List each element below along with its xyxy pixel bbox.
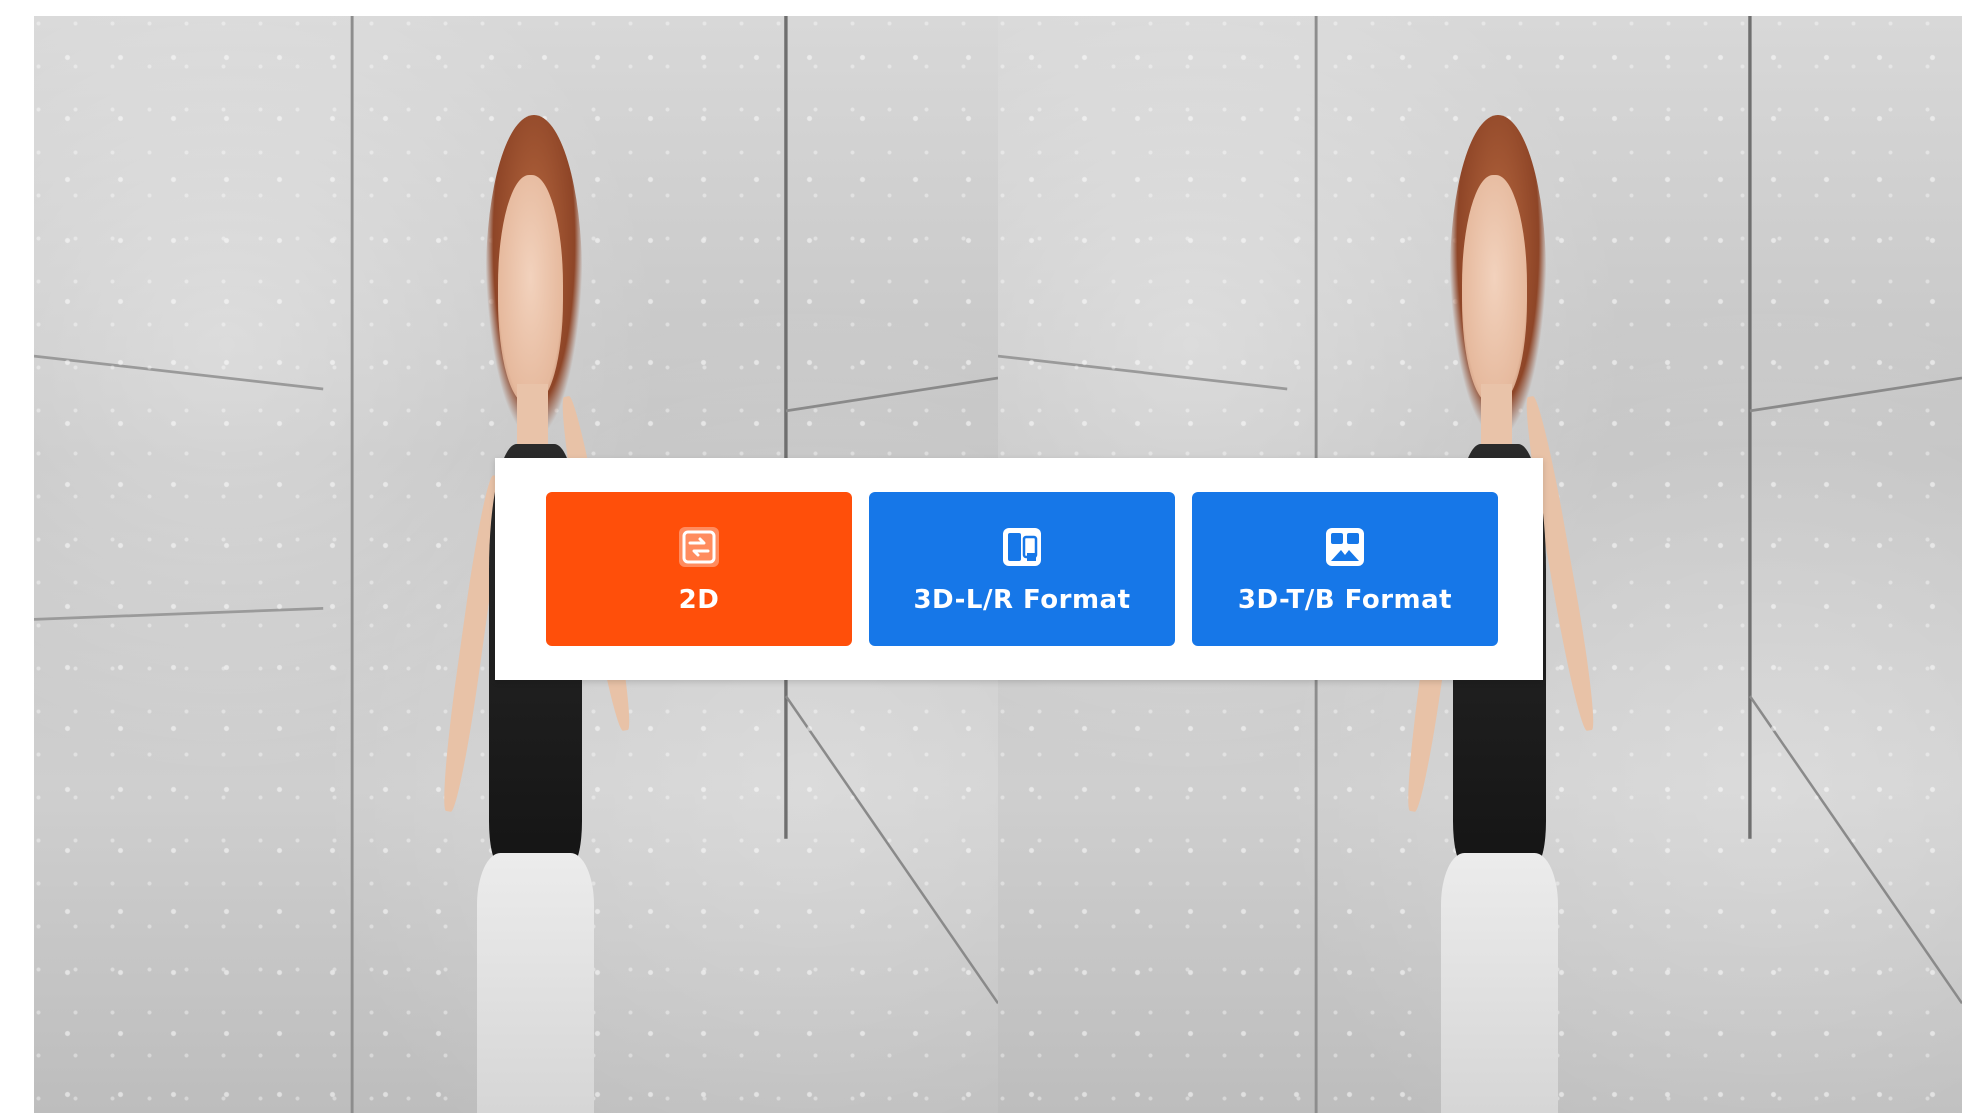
3d-tb-format-button[interactable]: 3D-T/B Format [1192, 492, 1498, 646]
2d-mode-icon [679, 527, 719, 567]
2d-mode-label: 2D [678, 585, 720, 615]
3d-lr-format-button[interactable]: 3D-L/R Format [869, 492, 1175, 646]
2d-mode-button[interactable]: 2D [546, 492, 852, 646]
top-bottom-icon [1326, 528, 1364, 566]
format-selector-dialog: 2D 3D-L/R Format 3D-T/B Format [495, 458, 1543, 680]
3d-tb-format-label: 3D-T/B Format [1237, 585, 1453, 615]
video-player-page: 2D 3D-L/R Format 3D-T/B Format [0, 0, 1962, 1113]
3d-lr-format-label: 3D-L/R Format [913, 585, 1131, 615]
side-by-side-icon [1003, 528, 1041, 566]
